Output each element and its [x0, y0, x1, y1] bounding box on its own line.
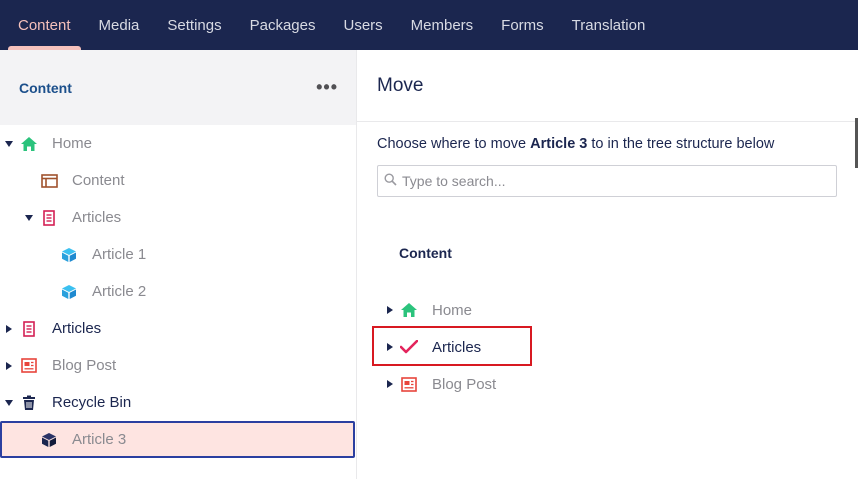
box-icon — [60, 283, 78, 301]
tree-item-label: Articles — [72, 209, 122, 226]
search-icon — [384, 172, 397, 190]
search-input[interactable] — [402, 173, 822, 189]
caret-right-icon[interactable] — [4, 324, 14, 334]
tree-item-label: Articles — [52, 320, 102, 337]
tree-item-label: Blog Post — [432, 375, 497, 393]
box-icon — [60, 246, 78, 264]
box-icon — [40, 431, 58, 449]
caret-down-icon[interactable] — [4, 398, 14, 408]
tab-packages[interactable]: Packages — [236, 0, 330, 50]
panel-header: Move — [357, 50, 858, 122]
move-panel: Move Choose where to move Article 3 to i… — [357, 50, 858, 479]
tree-item-article-2[interactable]: Article 2 — [0, 273, 356, 310]
tree-item-label: Article 3 — [72, 431, 127, 448]
tree-item-label: Content — [72, 172, 125, 189]
caret-down-icon[interactable] — [24, 213, 34, 223]
instruction-text: to in the tree structure below — [587, 136, 775, 152]
caret-right-icon[interactable] — [4, 361, 14, 371]
tree-item-label: Blog Post — [52, 357, 117, 374]
caret-right-icon[interactable] — [385, 305, 395, 315]
tree-item-home[interactable]: Home — [0, 125, 356, 162]
trash-icon — [20, 394, 38, 412]
tree-item-articles-root[interactable]: Articles — [0, 310, 356, 347]
newspaper-icon — [400, 375, 418, 393]
newspaper-icon — [20, 357, 38, 375]
tree-item-label: Article 1 — [92, 246, 147, 263]
document-list-icon — [40, 209, 58, 227]
content-sidebar: Content ••• Home Content Articles Articl… — [0, 50, 357, 479]
move-tree-item-home[interactable]: Home — [377, 295, 577, 325]
tab-media[interactable]: Media — [85, 0, 154, 50]
caret-down-icon[interactable] — [4, 139, 14, 149]
document-list-icon — [20, 320, 38, 338]
home-icon — [400, 301, 418, 319]
tree-item-blog-post[interactable]: Blog Post — [0, 347, 356, 384]
tab-settings[interactable]: Settings — [153, 0, 235, 50]
tree-item-recycle-bin[interactable]: Recycle Bin — [0, 384, 356, 421]
layout-icon — [40, 172, 58, 190]
instruction-text: Choose where to move — [377, 136, 531, 152]
search-box — [377, 165, 837, 197]
top-navigation: Content Media Settings Packages Users Me… — [0, 0, 858, 50]
tree-item-label: Home — [432, 301, 473, 319]
sidebar-header: Content ••• — [0, 50, 356, 125]
selection-highlight-box — [372, 326, 532, 366]
tab-members[interactable]: Members — [397, 0, 488, 50]
caret-right-icon[interactable] — [385, 379, 395, 389]
move-tree-item-blog-post[interactable]: Blog Post — [377, 369, 577, 399]
tab-users[interactable]: Users — [329, 0, 396, 50]
tree-item-content[interactable]: Content — [0, 162, 356, 199]
home-icon — [20, 135, 38, 153]
tree-root-title: Content — [399, 245, 452, 261]
tab-content[interactable]: Content — [4, 0, 85, 50]
more-actions-icon[interactable]: ••• — [316, 77, 338, 98]
instruction-item-name: Article 3 — [530, 136, 588, 152]
move-instruction: Choose where to move Article 3 to in the… — [377, 136, 774, 152]
tree-item-article-3[interactable]: Article 3 — [0, 421, 355, 458]
panel-title: Move — [377, 74, 424, 96]
tree-item-label: Article 2 — [92, 283, 147, 300]
tree-item-label: Recycle Bin — [52, 394, 132, 411]
tree-item-label: Home — [52, 135, 93, 152]
tree-item-article-1[interactable]: Article 1 — [0, 236, 356, 273]
tab-forms[interactable]: Forms — [487, 0, 558, 50]
tree-item-articles[interactable]: Articles — [0, 199, 356, 236]
sidebar-title[interactable]: Content — [19, 80, 72, 96]
tab-translation[interactable]: Translation — [558, 0, 660, 50]
